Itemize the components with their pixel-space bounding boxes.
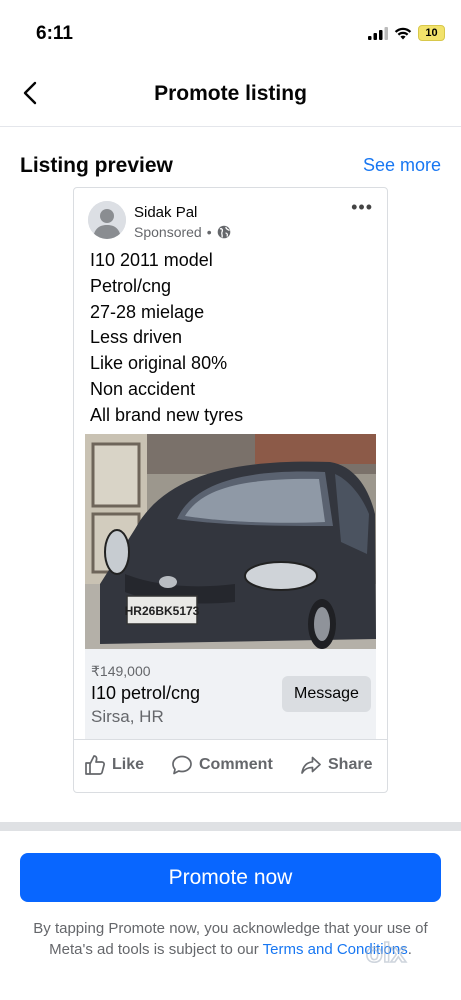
like-button[interactable]: Like xyxy=(84,754,144,776)
default-avatar-icon xyxy=(88,201,126,239)
share-button[interactable]: Share xyxy=(300,754,372,776)
globe-icon xyxy=(217,225,230,239)
poster-name[interactable]: Sidak Pal xyxy=(134,204,197,221)
description-line: Non accident xyxy=(90,378,196,399)
post-header: Sidak Pal Sponsored • ••• xyxy=(74,188,387,246)
license-plate: HR26BK5173 xyxy=(125,604,200,618)
section-title: Listing preview xyxy=(20,154,173,177)
watermark-text: olx xyxy=(366,937,407,968)
comment-button[interactable]: Comment xyxy=(171,754,273,776)
listing-price: ₹149,000 xyxy=(91,663,151,679)
olx-watermark-logo: olx xyxy=(365,936,407,969)
listing-preview-header: Listing preview See more xyxy=(20,150,441,180)
like-label: Like xyxy=(112,756,145,773)
car-photo: HR26BK5173 xyxy=(85,434,376,649)
promote-now-button[interactable]: Promote now xyxy=(20,853,441,902)
sponsored-text: Sponsored xyxy=(134,224,202,240)
message-button[interactable]: Message xyxy=(282,676,371,712)
status-icons: 10 xyxy=(368,25,445,41)
comment-label: Comment xyxy=(199,756,273,773)
share-label: Share xyxy=(328,756,373,773)
description-line: Less driven xyxy=(90,327,183,348)
more-options-button[interactable]: ••• xyxy=(351,198,373,216)
listing-photo[interactable]: HR26BK5173 xyxy=(85,434,376,649)
battery-indicator: 10 xyxy=(418,25,445,41)
status-bar: 6:11 10 xyxy=(0,0,461,60)
description-line: I10 2011 model xyxy=(90,250,213,270)
wifi-icon xyxy=(394,27,412,39)
sponsored-label: Sponsored • xyxy=(134,224,231,240)
share-arrow-icon xyxy=(301,756,321,774)
see-more-link[interactable]: See more xyxy=(363,155,441,176)
listing-location: Sirsa, HR xyxy=(91,707,164,726)
description-line: All brand new tyres xyxy=(90,404,244,425)
comment-bubble-icon xyxy=(172,755,192,775)
thumbs-up-icon xyxy=(85,755,105,775)
post-description: I10 2011 model Petrol/cng 27-28 mielage … xyxy=(90,248,243,429)
nav-bar: Promote listing xyxy=(0,60,461,127)
section-divider xyxy=(0,822,461,831)
description-line: Like original 80% xyxy=(90,353,228,374)
cellular-signal-icon xyxy=(368,26,388,40)
page-title: Promote listing xyxy=(154,82,307,105)
post-actions: Like Comment Share xyxy=(74,739,387,792)
separator-dot: • xyxy=(206,224,212,240)
listing-title: I10 petrol/cng xyxy=(91,683,201,703)
avatar[interactable] xyxy=(88,201,126,239)
ad-preview-card: Sidak Pal Sponsored • ••• I10 2011 model… xyxy=(73,187,388,793)
listing-info[interactable]: ₹149,000 I10 petrol/cng Sirsa, HR Messag… xyxy=(85,649,376,739)
description-line: 27-28 mielage xyxy=(90,301,205,322)
status-time: 6:11 xyxy=(36,23,73,44)
description-line: Petrol/cng xyxy=(90,275,172,296)
